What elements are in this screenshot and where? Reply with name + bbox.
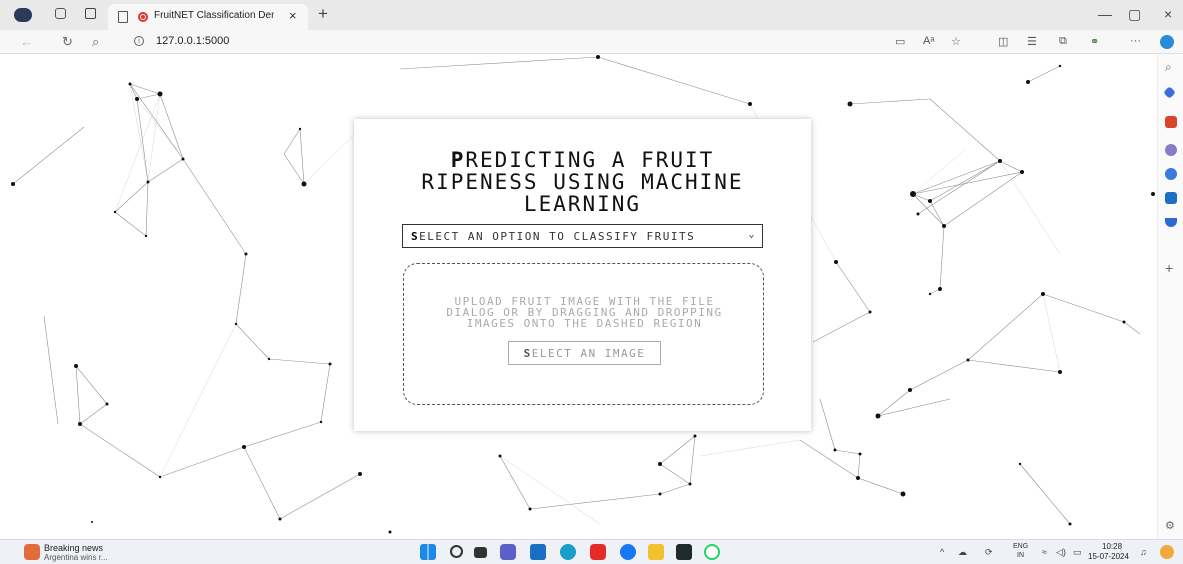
teams-icon[interactable] bbox=[500, 544, 516, 560]
workspaces-icon[interactable] bbox=[55, 8, 66, 19]
image-drop-zone[interactable]: UPLOAD FRUIT IMAGE WITH THE FILE DIALOG … bbox=[403, 263, 764, 405]
page-icon bbox=[118, 11, 128, 23]
search-icon[interactable]: ⌕ bbox=[92, 34, 99, 50]
button-label: ELECT AN IMAGE bbox=[531, 347, 646, 360]
clock-time[interactable]: 10:28 bbox=[1102, 542, 1122, 551]
browser-titlebar: FruitNET Classification Demo × + — ▢ × bbox=[0, 0, 1183, 30]
select-label: ELECT AN OPTION TO CLASSIFY FRUITS bbox=[419, 230, 696, 243]
tools-briefcase-icon[interactable] bbox=[1165, 116, 1177, 128]
language-region[interactable]: IN bbox=[1017, 552, 1024, 559]
news-widget-icon[interactable] bbox=[24, 544, 40, 560]
sidebar-search-icon[interactable]: ⌕ bbox=[1165, 60, 1172, 75]
select-image-button[interactable]: SELECT AN IMAGE bbox=[508, 341, 661, 365]
taskbar-search-icon[interactable] bbox=[450, 545, 463, 558]
cloud-sync-icon[interactable]: ☁ bbox=[958, 547, 967, 558]
url-text[interactable]: 127.0.0.1:5000 bbox=[156, 35, 229, 47]
recording-icon bbox=[138, 12, 148, 22]
classifier-select[interactable]: SELECT AN OPTION TO CLASSIFY FRUITS ⌄ bbox=[402, 224, 763, 248]
page-title: PREDICTING A FRUIT RIPENESS USING MACHIN… bbox=[354, 149, 811, 215]
read-aloud-icon[interactable]: ▭ bbox=[895, 35, 905, 48]
select-first-letter: S bbox=[411, 230, 420, 243]
browser-sidebar: ⌕ + ⚙ bbox=[1157, 54, 1183, 539]
drop-instructions: UPLOAD FRUIT IMAGE WITH THE FILE DIALOG … bbox=[414, 296, 755, 329]
file-explorer-icon[interactable] bbox=[648, 544, 664, 560]
news-subtitle[interactable]: Argentina wins r... bbox=[44, 553, 108, 562]
maximize-button[interactable]: ▢ bbox=[1128, 6, 1141, 23]
chevron-down-icon: ⌄ bbox=[748, 229, 756, 240]
favorites-list-icon[interactable]: ☰ bbox=[1027, 35, 1037, 48]
tab-actions-icon[interactable] bbox=[85, 8, 96, 19]
title-line-2: RIPENESS USING MACHINE bbox=[421, 170, 744, 194]
tab-active[interactable]: FruitNET Classification Demo × bbox=[108, 4, 308, 30]
news-title[interactable]: Breaking news bbox=[44, 543, 103, 553]
drop-icon[interactable] bbox=[1165, 218, 1177, 227]
wifi-icon[interactable]: ≈ bbox=[1042, 547, 1047, 557]
windows-taskbar: Breaking news Argentina wins r... ^ ☁ ⟳ … bbox=[0, 539, 1183, 564]
people-icon[interactable] bbox=[1165, 144, 1177, 156]
new-tab-button[interactable]: + bbox=[318, 4, 328, 24]
extensions-icon[interactable]: ⚭ bbox=[1090, 35, 1099, 48]
refresh-icon[interactable]: ↻ bbox=[62, 34, 73, 50]
address-bar: ← ↻ ⌕ i 127.0.0.1:5000 ▭ Aᵃ ☆ ◫ ☰ ⧉ ⚭ ··… bbox=[0, 30, 1183, 54]
shopping-tag-icon[interactable] bbox=[1163, 86, 1176, 99]
clock-date[interactable]: 15-07-2024 bbox=[1088, 552, 1129, 561]
volume-icon[interactable]: ◁) bbox=[1056, 547, 1066, 558]
edge-browser-icon[interactable] bbox=[560, 544, 576, 560]
title-first-letter: P bbox=[450, 148, 466, 172]
button-first-letter: S bbox=[523, 347, 532, 360]
mail-icon[interactable] bbox=[530, 544, 546, 560]
close-window-button[interactable]: × bbox=[1164, 6, 1172, 22]
favorite-star-icon[interactable]: ☆ bbox=[951, 35, 961, 48]
facebook-icon[interactable] bbox=[620, 544, 636, 560]
minimize-button[interactable]: — bbox=[1098, 6, 1112, 22]
sidebar-settings-icon[interactable]: ⚙ bbox=[1165, 519, 1175, 532]
language-indicator[interactable]: ENG bbox=[1013, 543, 1028, 550]
profile-avatar-icon[interactable] bbox=[14, 8, 32, 22]
tab-close-button[interactable]: × bbox=[289, 8, 297, 23]
start-windows-icon[interactable] bbox=[420, 544, 436, 560]
show-hidden-icons-icon[interactable]: ^ bbox=[940, 547, 944, 557]
back-arrow-icon[interactable]: ← bbox=[20, 34, 33, 49]
classification-card: PREDICTING A FRUIT RIPENESS USING MACHIN… bbox=[354, 119, 811, 431]
site-info-icon[interactable]: i bbox=[134, 36, 144, 46]
collections-icon[interactable]: ⧉ bbox=[1059, 35, 1067, 48]
more-menu-icon[interactable]: ··· bbox=[1130, 35, 1141, 47]
pycharm-icon[interactable] bbox=[676, 544, 692, 560]
drop-line-3: IMAGES ONTO THE DASHED REGION bbox=[466, 317, 703, 330]
tab-title: FruitNET Classification Demo bbox=[154, 10, 274, 21]
whatsapp-icon[interactable] bbox=[704, 544, 720, 560]
split-screen-icon[interactable]: ◫ bbox=[998, 35, 1008, 48]
onedrive-icon[interactable]: ⟳ bbox=[985, 547, 993, 558]
text-size-icon[interactable]: Aᵃ bbox=[923, 35, 934, 47]
title-line-3: LEARNING bbox=[523, 192, 642, 216]
title-line-1: REDICTING A FRUIT bbox=[465, 148, 715, 172]
add-sidebar-icon[interactable]: + bbox=[1165, 260, 1173, 276]
weather-widget-icon[interactable] bbox=[1160, 545, 1174, 559]
notification-bell-icon[interactable]: ♫ bbox=[1140, 547, 1147, 557]
copilot-icon[interactable] bbox=[1160, 35, 1174, 49]
task-view-icon[interactable] bbox=[474, 547, 487, 558]
outlook-icon[interactable] bbox=[1165, 192, 1177, 204]
battery-icon[interactable]: ▭ bbox=[1073, 547, 1082, 558]
youtube-icon[interactable] bbox=[590, 544, 606, 560]
games-icon[interactable] bbox=[1165, 168, 1177, 180]
